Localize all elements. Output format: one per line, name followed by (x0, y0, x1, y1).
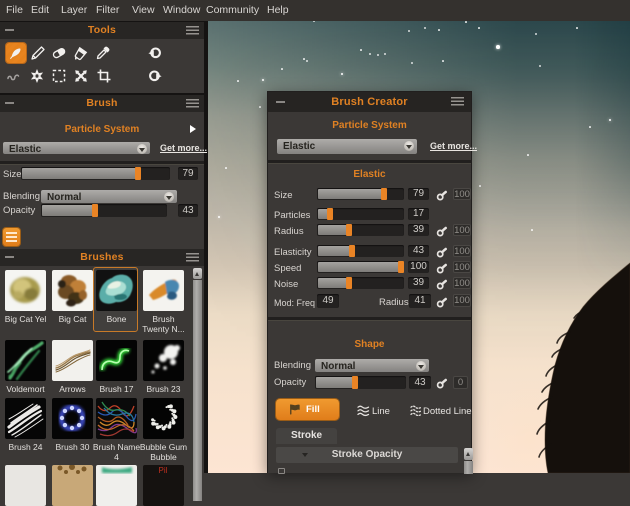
svg-text:Pil: Pil (159, 466, 168, 475)
